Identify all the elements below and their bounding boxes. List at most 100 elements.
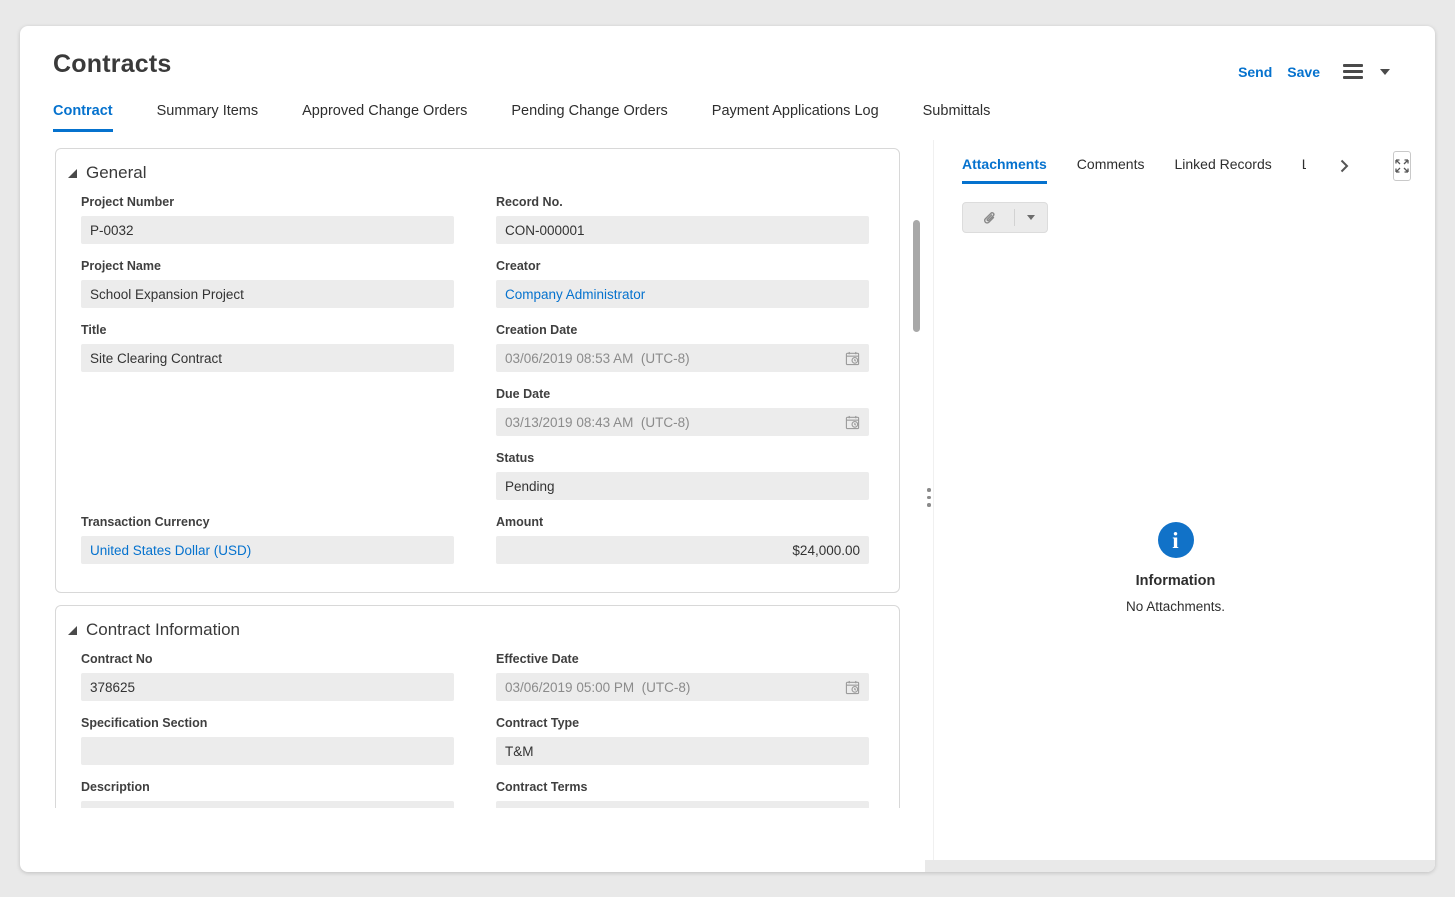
save-button[interactable]: Save [1287, 64, 1320, 80]
main-tab-bar: Contract Summary Items Approved Change O… [53, 103, 990, 132]
tab-linked-records[interactable]: Linked Records [1174, 148, 1271, 184]
header-actions: Send Save [1238, 62, 1390, 81]
panel-footer-gap [925, 860, 1435, 872]
attach-dropdown-toggle[interactable] [1015, 215, 1047, 220]
contract-type-input[interactable]: T&M [496, 737, 869, 765]
effective-date-input: 03/06/2019 05:00 PM (UTC-8) [496, 673, 869, 701]
due-date-value: 03/13/2019 08:43 AM (UTC-8) [505, 415, 690, 430]
project-number-input[interactable]: P-0032 [81, 216, 454, 244]
effective-date-label: Effective Date [496, 652, 869, 667]
contract-terms-input[interactable] [496, 801, 869, 808]
tabs-scroll-right-button[interactable] [1336, 155, 1353, 177]
vertical-scrollbar[interactable] [913, 220, 920, 332]
general-fields-grid: Project Number P-0032 Record No. CON-000… [81, 195, 869, 564]
section-title: General [86, 163, 146, 183]
menu-icon[interactable] [1341, 62, 1365, 81]
tab-truncated[interactable]: Li [1302, 148, 1306, 184]
field-contract-type: Contract Type T&M [496, 716, 869, 765]
calendar-icon [845, 351, 860, 366]
form-scroll-area[interactable]: General Project Number P-0032 Record No.… [20, 140, 925, 808]
tab-approved-change-orders[interactable]: Approved Change Orders [302, 103, 467, 132]
calendar-icon [845, 680, 860, 695]
collapse-icon[interactable] [68, 626, 77, 635]
calendar-icon [845, 415, 860, 430]
expand-icon [1394, 158, 1410, 174]
empty-state-message: No Attachments. [934, 599, 1417, 614]
status-label: Status [496, 451, 869, 466]
field-contract-no: Contract No 378625 [81, 652, 454, 701]
effective-date-value: 03/06/2019 05:00 PM (UTC-8) [505, 680, 690, 695]
attachments-panel: Attachments Comments Linked Records Li [933, 140, 1417, 860]
record-no-label: Record No. [496, 195, 869, 210]
contract-no-label: Contract No [81, 652, 454, 667]
field-record-no: Record No. CON-000001 [496, 195, 869, 244]
creator-label: Creator [496, 259, 869, 274]
due-date-input: 03/13/2019 08:43 AM (UTC-8) [496, 408, 869, 436]
creator-link[interactable]: Company Administrator [496, 280, 869, 308]
field-title: Title Site Clearing Contract [81, 323, 454, 372]
contract-type-label: Contract Type [496, 716, 869, 731]
tab-pending-change-orders[interactable]: Pending Change Orders [511, 103, 667, 132]
panel-splitter-handle[interactable] [925, 488, 933, 507]
panel-tab-bar: Attachments Comments Linked Records Li [962, 146, 1411, 186]
description-label: Description [81, 780, 454, 795]
info-icon: i [1158, 522, 1194, 558]
contract-information-fields-grid: Contract No 378625 Effective Date 03/06/… [81, 652, 869, 808]
field-creator: Creator Company Administrator [496, 259, 869, 308]
transaction-currency-label: Transaction Currency [81, 515, 454, 530]
section-contract-information-header: Contract Information [68, 618, 869, 642]
field-project-name: Project Name School Expansion Project [81, 259, 454, 308]
amount-label: Amount [496, 515, 869, 530]
attachments-empty-state: i Information No Attachments. [934, 522, 1417, 614]
empty-grid-cell [81, 451, 454, 500]
paperclip-icon [982, 210, 996, 226]
project-name-label: Project Name [81, 259, 454, 274]
contract-terms-label: Contract Terms [496, 780, 869, 795]
field-transaction-currency: Transaction Currency United States Dolla… [81, 515, 454, 564]
title-label: Title [81, 323, 454, 338]
field-contract-terms: Contract Terms [496, 780, 869, 808]
due-date-label: Due Date [496, 387, 869, 402]
empty-grid-cell [81, 387, 454, 436]
field-creation-date: Creation Date 03/06/2019 08:53 AM (UTC-8… [496, 323, 869, 372]
section-contract-information: Contract Information Contract No 378625 … [55, 605, 900, 808]
amount-input[interactable]: $24,000.00 [496, 536, 869, 564]
tab-summary-items[interactable]: Summary Items [157, 103, 259, 132]
title-input[interactable]: Site Clearing Contract [81, 344, 454, 372]
field-due-date: Due Date 03/13/2019 08:43 AM (UTC-8) [496, 387, 869, 436]
page-title: Contracts [53, 50, 172, 79]
creation-date-label: Creation Date [496, 323, 869, 338]
tab-comments[interactable]: Comments [1077, 148, 1145, 184]
field-status: Status Pending [496, 451, 869, 500]
attach-file-button[interactable] [962, 202, 1048, 233]
transaction-currency-link[interactable]: United States Dollar (USD) [81, 536, 454, 564]
record-no-input[interactable]: CON-000001 [496, 216, 869, 244]
status-value: Pending [496, 472, 869, 500]
expand-panel-button[interactable] [1393, 151, 1411, 181]
specification-section-label: Specification Section [81, 716, 454, 731]
project-name-input[interactable]: School Expansion Project [81, 280, 454, 308]
tab-contract[interactable]: Contract [53, 103, 113, 132]
creation-date-input: 03/06/2019 08:53 AM (UTC-8) [496, 344, 869, 372]
specification-section-input[interactable] [81, 737, 454, 765]
contract-no-input[interactable]: 378625 [81, 673, 454, 701]
section-title: Contract Information [86, 620, 240, 640]
section-general: General Project Number P-0032 Record No.… [55, 148, 900, 593]
tab-submittals[interactable]: Submittals [923, 103, 991, 132]
field-effective-date: Effective Date 03/06/2019 05:00 PM (UTC-… [496, 652, 869, 701]
tab-attachments[interactable]: Attachments [962, 148, 1047, 184]
section-general-header: General [68, 161, 869, 185]
chevron-down-icon[interactable] [1380, 69, 1390, 75]
chevron-right-icon [1340, 159, 1349, 173]
field-description: Description [81, 780, 454, 808]
send-button[interactable]: Send [1238, 64, 1272, 80]
creation-date-value: 03/06/2019 08:53 AM (UTC-8) [505, 351, 690, 366]
field-amount: Amount $24,000.00 [496, 515, 869, 564]
empty-state-title: Information [934, 573, 1417, 589]
chevron-down-icon [1027, 215, 1035, 220]
contracts-window: Contracts Send Save Contract Summary Ite… [20, 26, 1435, 872]
collapse-icon[interactable] [68, 169, 77, 178]
description-input[interactable] [81, 801, 454, 808]
tab-payment-applications-log[interactable]: Payment Applications Log [712, 103, 879, 132]
field-project-number: Project Number P-0032 [81, 195, 454, 244]
